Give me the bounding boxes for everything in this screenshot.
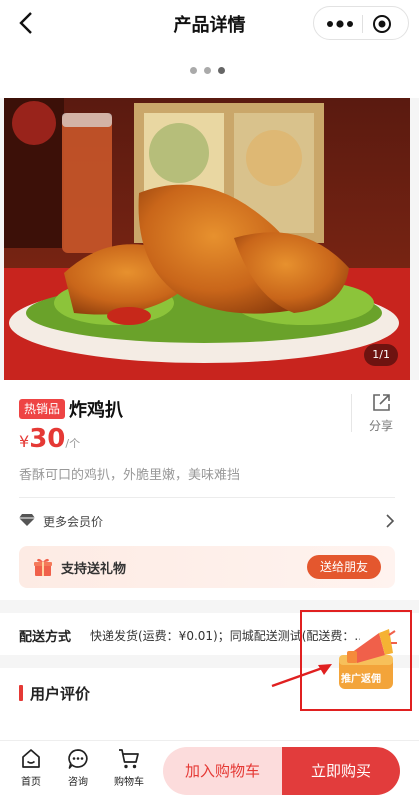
- gallery-indicator: [0, 48, 419, 98]
- diamond-icon: [19, 514, 35, 526]
- buy-now-button[interactable]: 立即购买: [282, 747, 400, 795]
- nav-consult[interactable]: 咨询: [56, 748, 100, 788]
- fried-chicken-illustration: [4, 98, 410, 380]
- product-image[interactable]: 1/1: [4, 98, 410, 380]
- nav-label: 购物车: [114, 777, 144, 788]
- gift-label: 支持送礼物: [61, 562, 127, 577]
- cart-icon: [119, 749, 139, 769]
- arrow-icon: [271, 664, 332, 688]
- share-divider: [351, 394, 352, 432]
- product-description: 香酥可口的鸡扒，外脆里嫩，美味难挡: [19, 468, 241, 483]
- hot-sale-badge: 热销品: [19, 399, 66, 419]
- price-unit: /个: [65, 437, 81, 450]
- add-to-cart-button[interactable]: 加入购物车: [163, 747, 282, 795]
- shipping-label: 配送方式: [19, 630, 72, 645]
- share-button[interactable]: 分享: [358, 392, 404, 434]
- product-info-card: 热销品 炸鸡扒 分享 ¥30/个 香酥可口的鸡扒，外脆里嫩，美味难挡 更多会员价…: [0, 380, 419, 600]
- nav-label: 首页: [21, 777, 41, 788]
- send-to-friend-button[interactable]: 送给朋友: [306, 555, 381, 579]
- share-icon: [373, 394, 390, 411]
- top-nav-bar: 产品详情: [0, 0, 419, 48]
- page-dot: [218, 67, 225, 74]
- member-price-label: 更多会员价: [43, 515, 104, 529]
- section-divider: [19, 497, 395, 498]
- nav-home[interactable]: 首页: [9, 748, 53, 788]
- page-dot: [190, 67, 197, 74]
- gift-banner: 支持送礼物 送给朋友: [19, 546, 395, 588]
- price-amount: 30: [29, 424, 66, 454]
- image-counter: 1/1: [364, 344, 398, 366]
- nav-label: 咨询: [68, 777, 88, 788]
- share-label: 分享: [368, 419, 393, 433]
- section-accent-bar: [19, 685, 23, 701]
- mini-program-capsule: [313, 6, 409, 40]
- reviews-title: 用户评价: [30, 685, 91, 703]
- capsule-divider: [362, 15, 363, 33]
- product-price: ¥30/个: [19, 424, 80, 454]
- bottom-bar: 首页 咨询 购物车 加入购物车 立即购买: [0, 740, 419, 805]
- nav-cart[interactable]: 购物车: [107, 748, 151, 788]
- member-price-row[interactable]: 更多会员价: [19, 510, 395, 534]
- more-dots-icon[interactable]: [326, 18, 354, 30]
- home-icon: [22, 749, 40, 768]
- record-icon[interactable]: [372, 14, 392, 34]
- chevron-right-icon: [386, 514, 395, 528]
- product-name: 炸鸡扒: [69, 400, 123, 421]
- promo-label: 推广返佣: [341, 674, 381, 685]
- price-currency: ¥: [19, 432, 30, 451]
- page-dot: [204, 67, 211, 74]
- chat-icon: [68, 749, 88, 769]
- gift-icon: [34, 558, 52, 576]
